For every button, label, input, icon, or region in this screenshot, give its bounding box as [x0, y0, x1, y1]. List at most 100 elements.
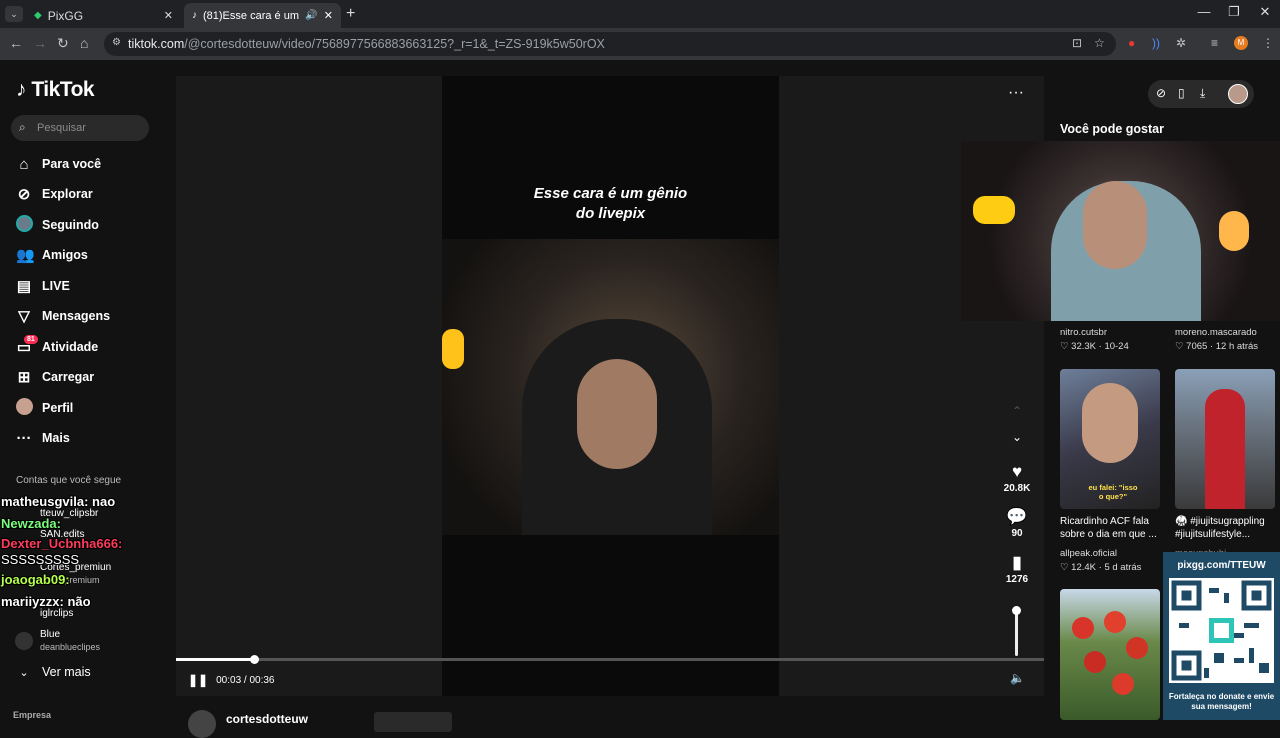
- minimize-button[interactable]: —: [1189, 4, 1219, 19]
- avatar-icon: [16, 214, 33, 236]
- volume-knob[interactable]: [1012, 606, 1021, 615]
- card-title[interactable]: Ricardinho ACF fala sobre o dia em que .…: [1060, 515, 1164, 541]
- install-icon[interactable]: ⊡: [1072, 36, 1082, 50]
- coin-icon[interactable]: ⊘: [1156, 86, 1166, 100]
- fruit: [1126, 637, 1148, 659]
- qr-code-graphic: [1171, 580, 1272, 681]
- address-bar[interactable]: ⚙ tiktok.com/@cortesdotteuw/video/756897…: [104, 32, 1116, 56]
- chat-line: Dexter_Ucbnha666:: [1, 536, 123, 551]
- chat-line: mariiyzzx: não: [1, 594, 91, 609]
- bookmark-star-icon[interactable]: ☆: [1094, 36, 1105, 50]
- media-control-icon[interactable]: ≡: [1211, 36, 1218, 50]
- sidebar-item-para-voce[interactable]: ⌂ Para você: [16, 153, 101, 175]
- tab-tiktok[interactable]: ♪ (81)Esse cara é um gênio d 🔊 ✕: [184, 3, 341, 28]
- video-thumbnail: [442, 239, 779, 535]
- face: [577, 359, 657, 469]
- card-likes: 32.3K: [1071, 341, 1096, 352]
- reload-icon[interactable]: ↻: [57, 35, 69, 52]
- following-name: iglrclips: [40, 608, 74, 619]
- forward-icon[interactable]: →: [33, 35, 47, 51]
- close-icon[interactable]: ✕: [324, 9, 333, 22]
- close-icon[interactable]: ✕: [164, 9, 173, 22]
- comment-button[interactable]: 💬 90: [997, 506, 1037, 539]
- sidebar-item-seguindo[interactable]: Seguindo: [16, 214, 99, 236]
- card-date: 10-24: [1104, 341, 1129, 352]
- plus-icon: ⊞: [17, 369, 31, 386]
- sidebar-item-mensagens[interactable]: ▽ Mensagens: [16, 305, 110, 327]
- profile-avatar[interactable]: M: [1234, 36, 1248, 50]
- tab-pixgg[interactable]: ◆ PixGG ✕: [26, 3, 181, 28]
- pause-icon[interactable]: ❚❚: [188, 673, 208, 687]
- back-icon[interactable]: ←: [9, 35, 23, 51]
- more-options-icon[interactable]: ···: [1008, 84, 1024, 102]
- sidebar-item-label: Seguindo: [42, 218, 99, 232]
- card-user[interactable]: nitro.cutsbr: [1060, 327, 1107, 338]
- progress-knob[interactable]: [250, 655, 260, 664]
- volume-icon[interactable]: 🔈: [1010, 671, 1025, 685]
- logo-text: TikTok: [31, 78, 95, 101]
- see-more-button[interactable]: ⌄ Ver mais: [16, 661, 90, 683]
- sidebar-item-label: Para você: [42, 157, 102, 171]
- tab-search-button[interactable]: ⌄: [5, 6, 23, 22]
- save-button[interactable]: ▮ 1276: [997, 552, 1037, 585]
- extension-record-icon[interactable]: ●: [1128, 36, 1135, 50]
- sidebar-item-atividade[interactable]: ▭ 81 Atividade: [16, 335, 98, 358]
- search-input[interactable]: ⌕ Pesquisar: [11, 115, 149, 141]
- follow-button[interactable]: [374, 712, 452, 732]
- inbox-icon: ▭ 81: [16, 335, 38, 356]
- footer-company[interactable]: Empresa: [13, 710, 51, 720]
- extensions-icon[interactable]: ✲: [1176, 36, 1186, 50]
- previous-video-icon[interactable]: ⌃: [1012, 404, 1022, 418]
- search-placeholder: Pesquisar: [37, 122, 86, 134]
- pix-url: pixgg.com/TTEUW: [1177, 560, 1266, 571]
- card-date: 12 h atrás: [1215, 341, 1259, 352]
- sidebar-item-label: Mais: [42, 431, 70, 445]
- face: [1083, 181, 1147, 269]
- sidebar-item-mais[interactable]: ··· Mais: [16, 427, 70, 449]
- new-tab-button[interactable]: +: [346, 5, 355, 23]
- sidebar-item-amigos[interactable]: 👥 Amigos: [16, 244, 88, 266]
- time-controls: ❚❚ 00:03 / 00:36: [188, 673, 275, 687]
- sidebar-item-explorar[interactable]: ⊘ Explorar: [16, 183, 93, 205]
- window-close-button[interactable]: ✕: [1250, 4, 1280, 20]
- sidebar-item-label: Amigos: [42, 248, 88, 262]
- sidebar-item-label: Perfil: [42, 401, 74, 415]
- sidebar-item-perfil[interactable]: Perfil: [16, 397, 73, 419]
- extension-audio-icon[interactable]: )): [1152, 36, 1160, 50]
- card-stats: ♡ 12.4K · 5 d atrás: [1060, 562, 1142, 573]
- user-avatar[interactable]: [1228, 84, 1248, 104]
- like-button[interactable]: ♥ 20.8K: [997, 461, 1037, 494]
- home-button-icon[interactable]: ⌂: [80, 35, 88, 51]
- following-item[interactable]: Blue deanblueclipes: [40, 629, 100, 653]
- author-avatar[interactable]: [188, 710, 216, 738]
- recommendation-card[interactable]: [1175, 369, 1275, 509]
- heart-outline-icon: ♡: [1060, 341, 1069, 352]
- download-icon[interactable]: ⤓: [1200, 86, 1205, 101]
- lamp-glow: [1219, 211, 1249, 251]
- chat-line: SSSSSSSSS: [1, 552, 80, 567]
- like-count: 20.8K: [1003, 483, 1031, 494]
- menu-kebab-icon[interactable]: ⋮: [1262, 36, 1274, 50]
- video-frame[interactable]: Esse cara é um gênio do livepix: [442, 76, 779, 696]
- recommendation-card[interactable]: [1060, 589, 1160, 720]
- next-video-icon[interactable]: ⌄: [1012, 430, 1022, 444]
- card-user[interactable]: moreno.mascarado: [1175, 327, 1257, 338]
- phone-icon[interactable]: ▯: [1178, 86, 1185, 100]
- speaker-icon[interactable]: 🔊: [305, 10, 317, 21]
- author-name[interactable]: cortesdotteuw: [226, 712, 308, 726]
- compass-icon: ⊘: [17, 186, 31, 203]
- more-icon: ···: [16, 429, 32, 447]
- progress-bar[interactable]: [176, 655, 1044, 664]
- tiktok-logo[interactable]: ♪ TikTok: [16, 78, 95, 102]
- recommendation-card[interactable]: eu falei: "isso o que?": [1060, 369, 1160, 509]
- card-user[interactable]: allpeak.oficial: [1060, 548, 1117, 559]
- site-info-icon[interactable]: ⚙: [112, 37, 121, 48]
- following-item[interactable]: iglrclips: [40, 608, 73, 620]
- video-player[interactable]: Esse cara é um gênio do livepix ··· ⌃ ⌄ ♥…: [176, 76, 1044, 696]
- url-path: /@cortesdotteuw/video/756897756688366312…: [184, 37, 605, 51]
- volume-slider[interactable]: [1012, 606, 1021, 656]
- sidebar-item-carregar[interactable]: ⊞ Carregar: [16, 366, 94, 388]
- sidebar-item-live[interactable]: ▤ LIVE: [16, 275, 70, 297]
- restore-button[interactable]: ❐: [1219, 4, 1249, 20]
- card-title[interactable]: 🥋 #jiujitsugrappling #jiujitsulifestyle.…: [1175, 515, 1279, 541]
